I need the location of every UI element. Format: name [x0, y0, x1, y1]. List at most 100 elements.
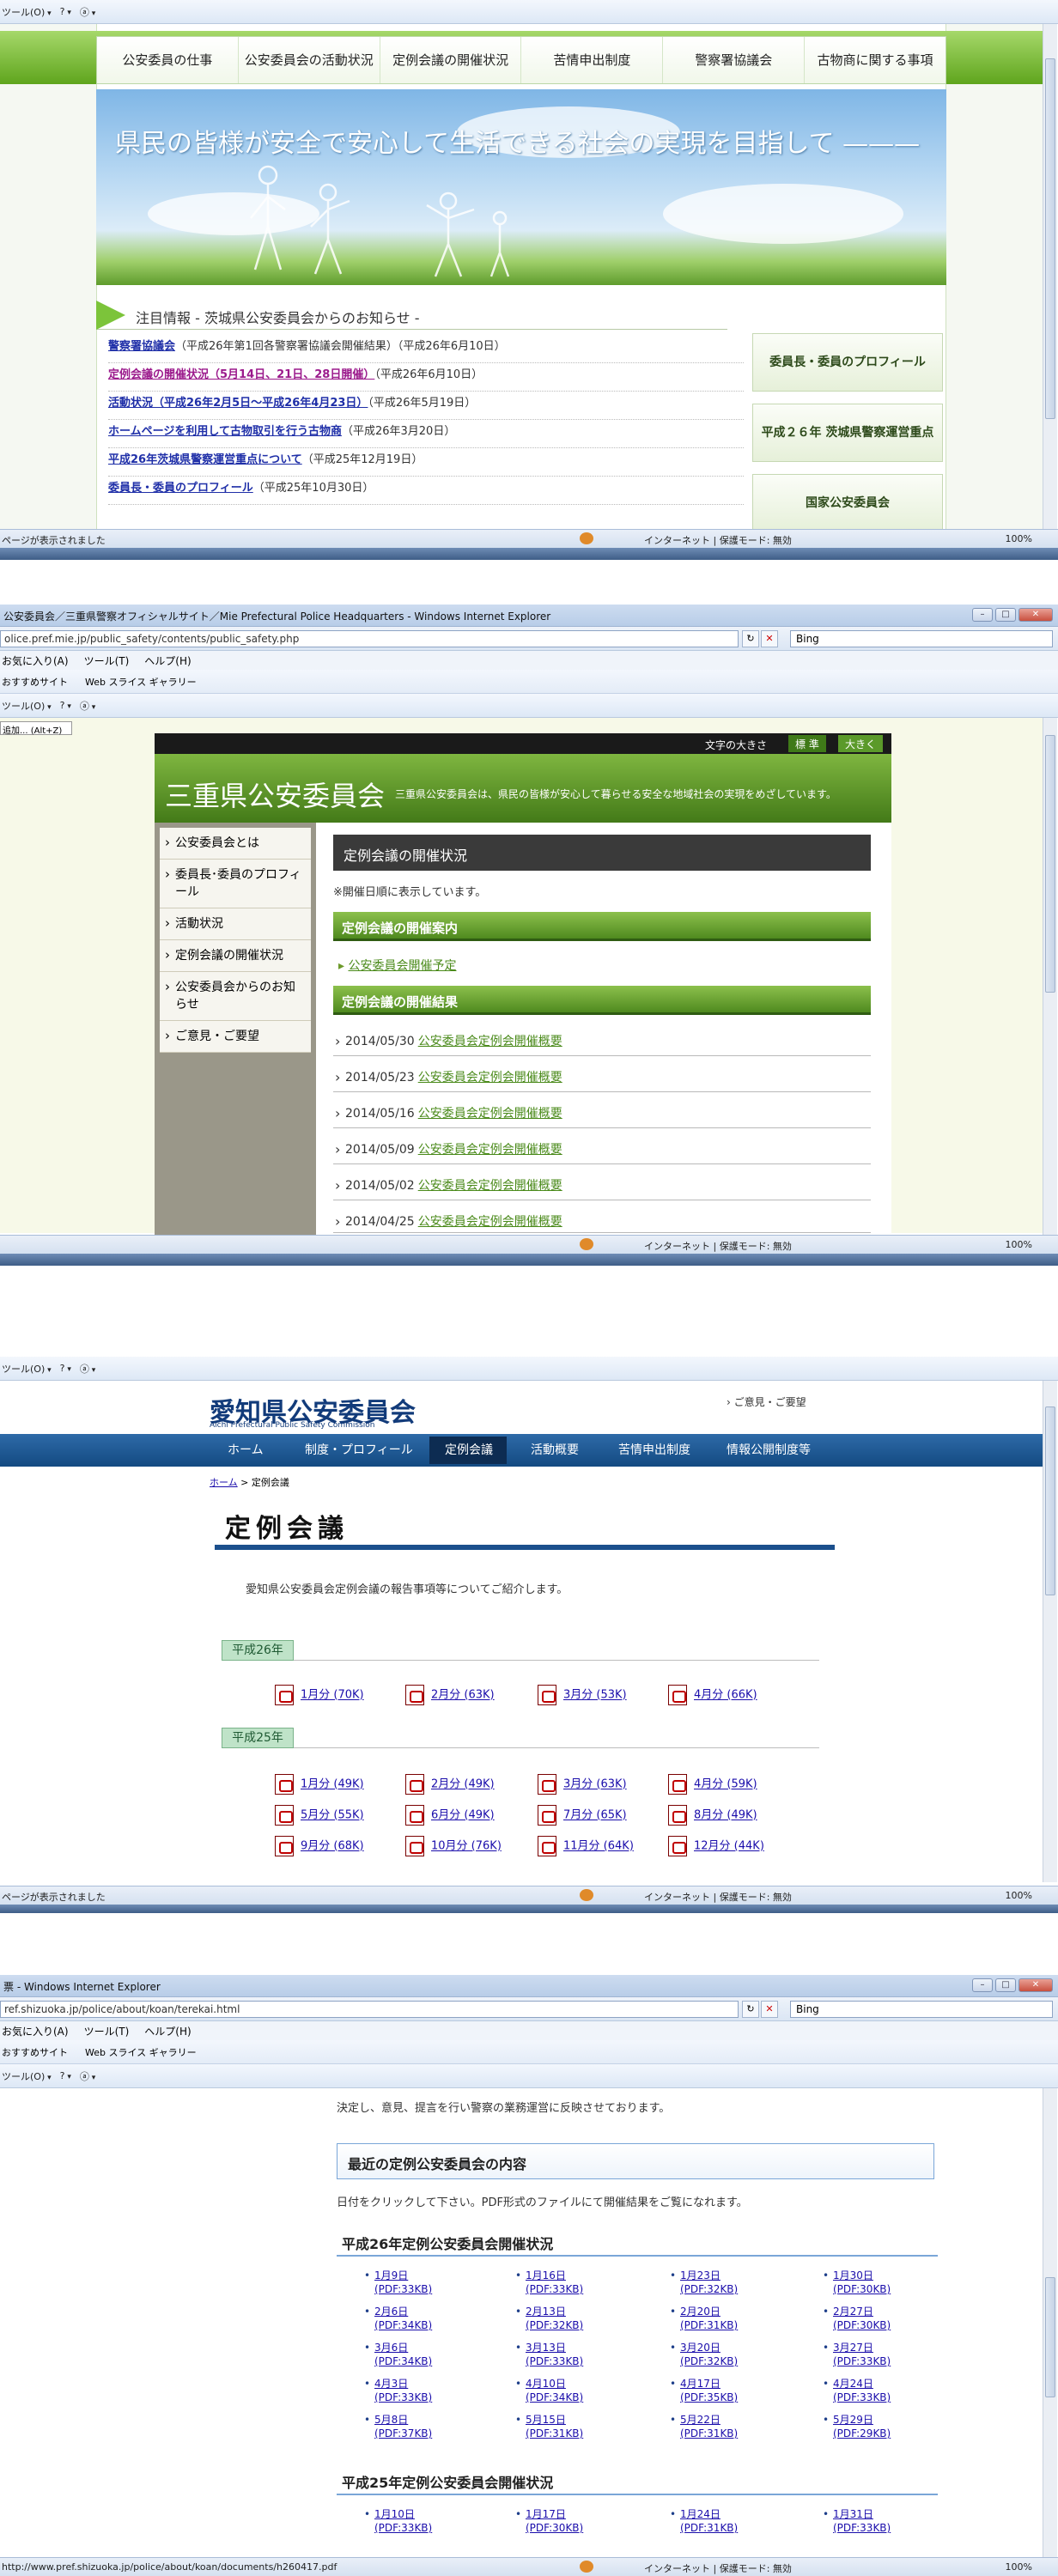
meeting-summary-link[interactable]: 公安委員会定例会開催概要 — [418, 1215, 562, 1229]
date-link-item[interactable]: 2月20日(PDF:31KB) — [670, 2305, 738, 2332]
pdf-size-link[interactable]: (PDF:35KB) — [680, 2391, 738, 2403]
scroll-thumb[interactable] — [1045, 735, 1055, 993]
left-nav-feedback[interactable]: ご意見・ご要望 — [160, 1021, 311, 1053]
date-link-item[interactable]: 3月13日(PDF:33KB) — [515, 2341, 583, 2368]
menu-tools[interactable]: ツール(T) — [84, 2024, 130, 2038]
zoom-level[interactable]: 100% — [1006, 1239, 1032, 1250]
pdf-size-link[interactable]: (PDF:33KB) — [526, 2283, 583, 2295]
date-link-item[interactable]: 1月16日 (PDF:33KB) — [515, 2269, 583, 2296]
help-icon[interactable]: ? — [60, 2070, 71, 2081]
url-field[interactable]: olice.pref.mie.jp/public_safety/contents… — [0, 630, 739, 647]
nav-activities[interactable]: 活動概要 — [531, 1441, 579, 1458]
tools-dropdown[interactable]: ツール(O) — [2, 2069, 52, 2083]
vertical-scrollbar[interactable] — [1043, 718, 1057, 1235]
pdf-size-link[interactable]: (PDF:34KB) — [374, 2319, 432, 2331]
pdf-size-link[interactable]: (PDF:33KB) — [526, 2355, 583, 2367]
date-link-item[interactable]: 4月24日(PDF:33KB) — [823, 2377, 891, 2404]
date-link[interactable]: 4月10日 — [526, 2378, 566, 2390]
side-button-operation-priorities[interactable]: 平成２６年 茨城県警察運営重点 — [752, 404, 943, 462]
help-icon[interactable]: ? — [60, 1363, 71, 1374]
meeting-summary-link[interactable]: 公安委員会定例会開催概要 — [418, 1107, 562, 1121]
date-link[interactable]: 5月15日 — [526, 2414, 566, 2426]
web-slice-gallery[interactable]: Web スライス ギャラリー — [85, 675, 197, 689]
pdf-size-link[interactable]: (PDF:32KB) — [680, 2355, 738, 2367]
stop-icon[interactable]: ✕ — [761, 2001, 778, 2018]
menu-help[interactable]: ヘルプ(H) — [144, 653, 191, 668]
left-nav-activities[interactable]: 活動状況 — [160, 908, 311, 940]
news-link[interactable]: 活動状況（平成26年2月5日～平成26年4月23日） — [108, 397, 368, 410]
nav-information-disclosure[interactable]: 情報公開制度等 — [727, 1441, 811, 1458]
date-link-item[interactable]: 1月31日 (PDF:33KB) — [823, 2507, 891, 2535]
research-icon[interactable]: ⓐ — [80, 1362, 95, 1376]
scroll-thumb[interactable] — [1045, 58, 1055, 419]
date-link-item[interactable]: 2月27日(PDF:30KB) — [823, 2305, 891, 2332]
nav-commission-duties[interactable]: 公安委員の仕事 — [97, 37, 239, 83]
pdf-size-link[interactable]: (PDF:33KB) — [833, 2391, 891, 2403]
date-link[interactable]: 1月16日 — [526, 2269, 566, 2281]
research-icon[interactable]: ⓐ — [80, 2069, 95, 2083]
date-link[interactable]: 5月22日 — [680, 2414, 721, 2426]
vertical-scrollbar[interactable] — [1043, 2088, 1057, 2557]
nav-complaints[interactable]: 苦情申出制度 — [618, 1441, 690, 1458]
web-slice-gallery[interactable]: Web スライス ギャラリー — [85, 2045, 197, 2059]
pdf-size-link[interactable]: (PDF:32KB) — [526, 2319, 583, 2331]
close-icon[interactable]: ✕ — [1018, 1978, 1053, 1992]
pdf-size-link[interactable]: (PDF:30KB) — [833, 2319, 891, 2331]
stop-icon[interactable]: ✕ — [761, 630, 778, 647]
date-link-item[interactable]: 1月17日 (PDF:30KB) — [515, 2507, 583, 2535]
date-link[interactable]: 5月29日 — [833, 2414, 873, 2426]
left-nav-notices[interactable]: 公安委員会からのお知らせ — [160, 972, 311, 1021]
date-link[interactable]: 3月13日 — [526, 2342, 566, 2354]
pdf-size-link[interactable]: (PDF:31KB) — [680, 2319, 738, 2331]
zoom-level[interactable]: 100% — [1006, 1890, 1032, 1901]
pdf-size-link[interactable]: (PDF:31KB) — [526, 2427, 583, 2439]
search-field[interactable]: Bing — [790, 630, 1053, 647]
suggested-sites[interactable]: おすすめサイト — [2, 675, 68, 689]
date-link-item[interactable]: 4月10日(PDF:34KB) — [515, 2377, 583, 2404]
news-link[interactable]: 委員長・委員のプロフィール — [108, 482, 253, 495]
news-link[interactable]: ホームページを利用して古物取引を行う古物商 — [108, 425, 342, 438]
left-nav-profiles[interactable]: 委員長･委員のプロフィール — [160, 860, 311, 908]
meeting-summary-link[interactable]: 公安委員会定例会開催概要 — [418, 1143, 562, 1157]
date-link-item[interactable]: 2月6日(PDF:34KB) — [364, 2305, 432, 2332]
date-link[interactable]: 2月6日 — [374, 2306, 408, 2318]
research-icon[interactable]: ⓐ — [80, 5, 95, 19]
nav-regular-meetings[interactable]: 定例会議の開催状況 — [380, 37, 522, 83]
research-icon[interactable]: ⓐ — [80, 699, 95, 713]
date-link[interactable]: 4月24日 — [833, 2378, 873, 2390]
date-link[interactable]: 1月30日 — [833, 2269, 873, 2281]
date-link-item[interactable]: 1月23日 (PDF:32KB) — [670, 2269, 738, 2296]
date-link-item[interactable]: 1月10日 (PDF:33KB) — [364, 2507, 432, 2535]
date-link-item[interactable]: 1月30日 (PDF:30KB) — [823, 2269, 891, 2296]
news-link[interactable]: 定例会議の開催状況（5月14日、21日、28日開催） — [108, 368, 374, 381]
news-link[interactable]: 警察署協議会 — [108, 340, 175, 353]
date-link[interactable]: 3月20日 — [680, 2342, 721, 2354]
date-link-item[interactable]: 1月24日 (PDF:31KB) — [670, 2507, 738, 2535]
side-button-national-commission[interactable]: 国家公安委員会 — [752, 474, 943, 532]
nav-police-councils[interactable]: 警察署協議会 — [663, 37, 806, 83]
maximize-icon[interactable]: □ — [995, 608, 1016, 622]
close-icon[interactable]: ✕ — [1018, 608, 1053, 622]
help-icon[interactable]: ? — [60, 700, 71, 711]
site-title[interactable]: 三重県公安委員会 — [165, 775, 385, 814]
date-link[interactable]: 3月27日 — [833, 2342, 873, 2354]
date-link[interactable]: 4月17日 — [680, 2378, 721, 2390]
minimize-icon[interactable]: – — [972, 608, 993, 622]
date-link-item[interactable]: 5月15日(PDF:31KB) — [515, 2413, 583, 2440]
tools-dropdown[interactable]: ツール(O) — [2, 699, 52, 713]
pdf-size-link[interactable]: (PDF:32KB) — [680, 2283, 738, 2295]
left-nav-meetings[interactable]: 定例会議の開催状況 — [160, 940, 311, 972]
nav-complaints[interactable]: 苦情申出制度 — [521, 37, 664, 83]
date-link[interactable]: 1月10日 — [374, 2508, 415, 2520]
date-link[interactable]: 1月9日 — [374, 2269, 408, 2281]
side-button-profiles[interactable]: 委員長・委員のプロフィール — [752, 333, 943, 392]
date-link-item[interactable]: 2月13日(PDF:32KB) — [515, 2305, 583, 2332]
date-link-item[interactable]: 3月6日(PDF:34KB) — [364, 2341, 432, 2368]
vertical-scrollbar[interactable] — [1043, 1381, 1057, 1882]
pdf-size-link[interactable]: (PDF:37KB) — [374, 2427, 432, 2439]
menu-tools[interactable]: ツール(T) — [84, 653, 130, 668]
feedback-link[interactable]: › ご意見・ご要望 — [727, 1394, 806, 1409]
nav-regular-meetings[interactable]: 定例会議 — [445, 1441, 493, 1458]
schedule-link[interactable]: 公安委員会開催予定 — [348, 959, 456, 973]
pdf-size-link[interactable]: (PDF:33KB) — [374, 2391, 432, 2403]
